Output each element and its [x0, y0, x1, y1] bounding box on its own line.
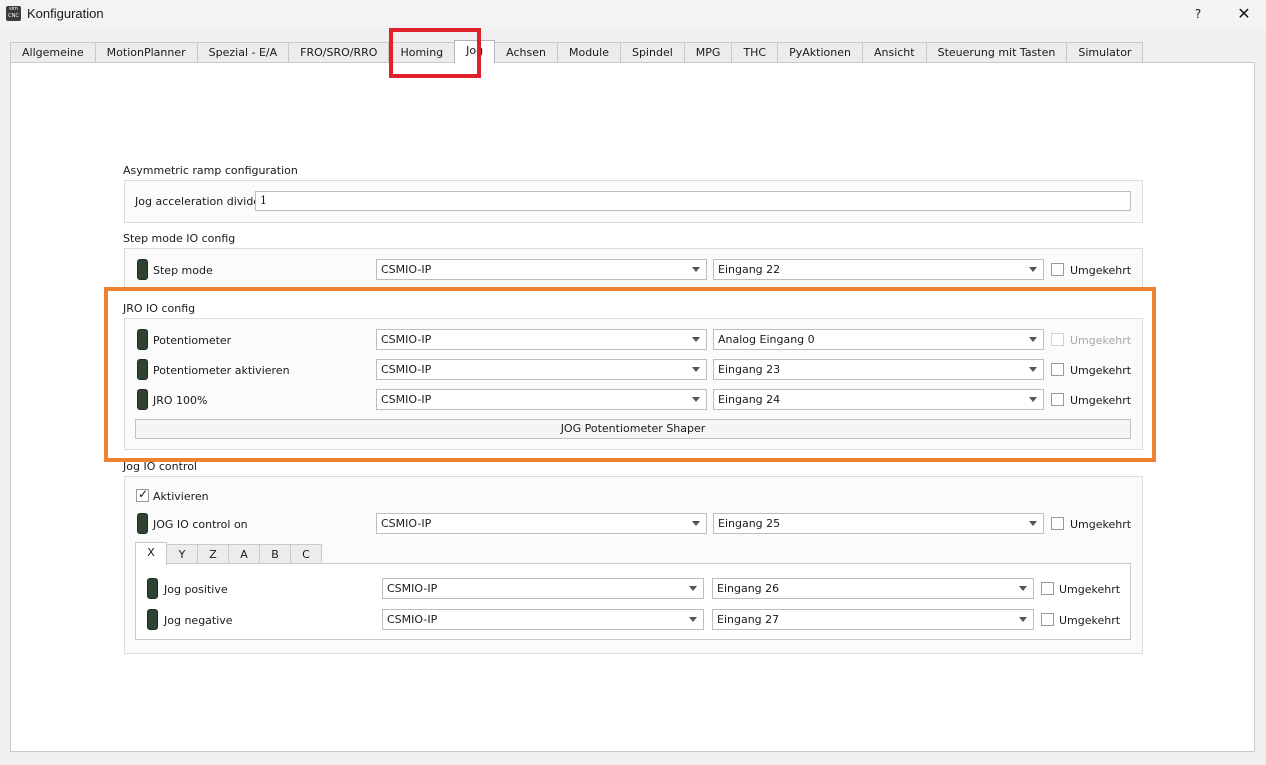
tab-fro-sro-rro[interactable]: FRO/SRO/RRO [288, 42, 390, 62]
close-button[interactable]: ✕ [1232, 4, 1256, 24]
jogio-enable-checkbox[interactable] [136, 487, 149, 502]
jog-negative-label: Jog negative [164, 614, 233, 627]
asym-group-title: Asymmetric ramp configuration [123, 164, 298, 177]
jog-positive-module-select[interactable]: CSMIO-IP [382, 578, 704, 599]
tab-spindel[interactable]: Spindel [619, 42, 685, 62]
jro-group-highlight [104, 287, 1156, 462]
step-mode-label: Step mode [153, 264, 213, 277]
tab-thc[interactable]: THC [731, 42, 779, 62]
tab-achsen[interactable]: Achsen [494, 42, 558, 62]
jog-accel-divider-label: Jog acceleration divider [135, 195, 265, 208]
jogio-enable-label: Aktivieren [153, 490, 209, 503]
tab-axis-y[interactable]: Y [166, 544, 198, 564]
jogio-control-led-icon [137, 513, 148, 534]
axis-tab-bar: X Y Z A B C [135, 542, 322, 565]
tab-pyaktionen[interactable]: PyAktionen [777, 42, 863, 62]
tab-mpg[interactable]: MPG [683, 42, 733, 62]
tab-axis-x[interactable]: X [135, 542, 167, 565]
tab-axis-c[interactable]: C [290, 544, 322, 564]
jog-negative-led-icon [147, 609, 158, 630]
chevron-down-icon [689, 617, 697, 622]
jog-negative-invert-label: Umgekehrt [1059, 614, 1121, 627]
tab-ansicht[interactable]: Ansicht [861, 42, 927, 62]
tab-spezial-ea[interactable]: Spezial - E/A [196, 42, 290, 62]
title-bar: sim CNC Konfiguration ? ✕ [0, 0, 1266, 30]
jog-positive-invert-label: Umgekehrt [1059, 583, 1121, 596]
tab-module[interactable]: Module [556, 42, 621, 62]
jog-positive-input-value: Eingang 26 [717, 582, 780, 595]
jog-positive-led-icon [147, 578, 158, 599]
jogio-control-module-select[interactable]: CSMIO-IP [376, 513, 707, 534]
jog-positive-input-select[interactable]: Eingang 26 [712, 578, 1034, 599]
chevron-down-icon [689, 586, 697, 591]
step-mode-input-select[interactable]: Eingang 22 [713, 259, 1044, 280]
step-mode-invert-checkbox[interactable] [1051, 263, 1064, 276]
jogio-control-input-value: Eingang 25 [718, 517, 781, 530]
stepmode-group-title: Step mode IO config [123, 232, 236, 245]
jogio-control-module-value: CSMIO-IP [381, 517, 432, 530]
chevron-down-icon [1029, 521, 1037, 526]
tab-axis-b[interactable]: B [259, 544, 291, 564]
jog-accel-divider-input[interactable]: 1 [255, 191, 1131, 211]
jog-positive-module-value: CSMIO-IP [387, 582, 438, 595]
jogio-control-input-select[interactable]: Eingang 25 [713, 513, 1044, 534]
jog-negative-input-value: Eingang 27 [717, 613, 780, 626]
tab-allgemeine[interactable]: Allgemeine [10, 42, 96, 62]
tab-simulator[interactable]: Simulator [1066, 42, 1144, 62]
tab-axis-a[interactable]: A [228, 544, 260, 564]
step-mode-module-select[interactable]: CSMIO-IP [376, 259, 707, 280]
jog-positive-label: Jog positive [164, 583, 228, 596]
step-mode-input-value: Eingang 22 [718, 263, 781, 276]
jog-negative-invert-checkbox[interactable] [1041, 613, 1054, 626]
jog-negative-module-value: CSMIO-IP [387, 613, 438, 626]
jogio-control-label: JOG IO control on [153, 518, 248, 531]
jogio-control-invert-checkbox[interactable] [1051, 517, 1064, 530]
tab-axis-z[interactable]: Z [197, 544, 229, 564]
help-button[interactable]: ? [1186, 4, 1210, 24]
chevron-down-icon [1019, 617, 1027, 622]
app-logo-icon: sim CNC [6, 6, 21, 21]
chevron-down-icon [692, 521, 700, 526]
step-mode-led-icon [137, 259, 148, 280]
jog-positive-invert-checkbox[interactable] [1041, 582, 1054, 595]
window-title: Konfiguration [27, 6, 104, 21]
chevron-down-icon [1019, 586, 1027, 591]
step-mode-module-value: CSMIO-IP [381, 263, 432, 276]
jog-tab-highlight [389, 28, 481, 78]
tab-steuerung-mit-tasten[interactable]: Steuerung mit Tasten [925, 42, 1068, 62]
jog-negative-module-select[interactable]: CSMIO-IP [382, 609, 704, 630]
chevron-down-icon [692, 267, 700, 272]
config-tab-bar: Allgemeine MotionPlanner Spezial - E/A F… [10, 40, 1144, 63]
chevron-down-icon [1029, 267, 1037, 272]
tab-motionplanner[interactable]: MotionPlanner [94, 42, 198, 62]
jogio-control-invert-label: Umgekehrt [1070, 518, 1132, 531]
jog-negative-input-select[interactable]: Eingang 27 [712, 609, 1034, 630]
step-mode-invert-label: Umgekehrt [1070, 264, 1132, 277]
